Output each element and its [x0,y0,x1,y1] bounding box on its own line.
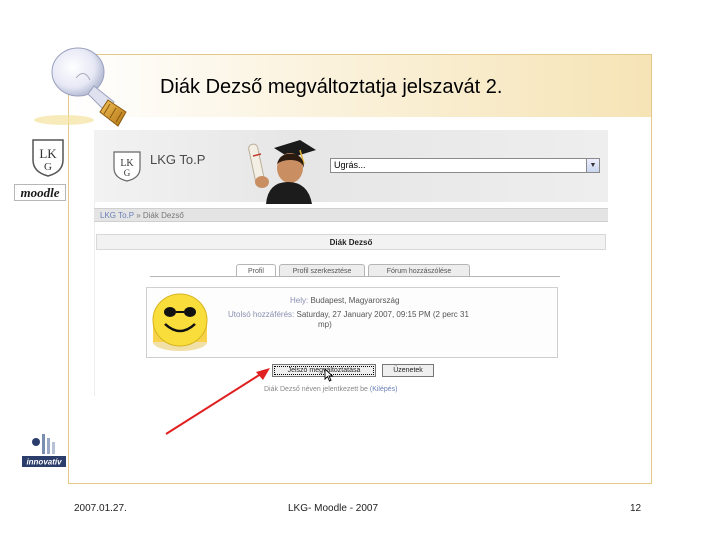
place-row: Hely: Budapest, Magyarország [290,296,399,305]
place-label: Hely: [290,296,309,305]
slide-title: Diák Dezső megváltoztatja jelszavát 2. [160,76,503,98]
last-access-value-cont: mp) [318,320,332,329]
last-access-row: Utolsó hozzáférés: Saturday, 27 January … [228,310,469,319]
breadcrumb-site-link[interactable]: LKG To.P [100,211,134,220]
login-info: Diák Dezső néven jelentkezett be (Kilépé… [264,386,397,393]
breadcrumb-current: Diák Dezső [142,211,184,220]
footer-date: 2007.01.27. [74,503,127,514]
red-arrow-annotation [165,368,270,435]
innovativ-logo: innovatív [22,434,66,467]
svg-text:G: G [44,161,52,173]
jump-select[interactable]: Ugrás... ▼ [330,158,600,173]
smiley-avatar [152,293,208,351]
svg-text:innovatív: innovatív [26,458,62,467]
footer-center: LKG- Moodle - 2007 [288,503,379,514]
svg-text:LK: LK [39,146,57,161]
light-bulb-icon [34,47,127,127]
breadcrumb: LKG To.P » Diák Dezső [94,208,608,222]
logout-link[interactable]: (Kilépés) [370,386,398,393]
lkg-logo: LK G [32,139,64,177]
last-access-label: Utolsó hozzáférés: [228,310,295,319]
svg-text:G: G [124,168,131,178]
site-name[interactable]: LKG To.P [150,152,205,167]
messages-button[interactable]: Üzenetek [382,364,434,377]
graduate-image [248,140,316,204]
moodle-logo: moodle [14,184,66,201]
tab-underline [150,276,560,277]
last-access-value: Saturday, 27 January 2007, 09:15 PM (2 p… [296,310,469,319]
chevron-down-icon[interactable]: ▼ [586,159,599,172]
breadcrumb-separator: » [136,211,141,220]
lkg-small-logo[interactable]: LK G [112,150,142,182]
mouse-cursor-icon [324,368,334,382]
place-value: Budapest, Magyarország [310,296,400,305]
user-heading: Diák Dezső [96,234,606,250]
page-number: 12 [630,503,642,514]
